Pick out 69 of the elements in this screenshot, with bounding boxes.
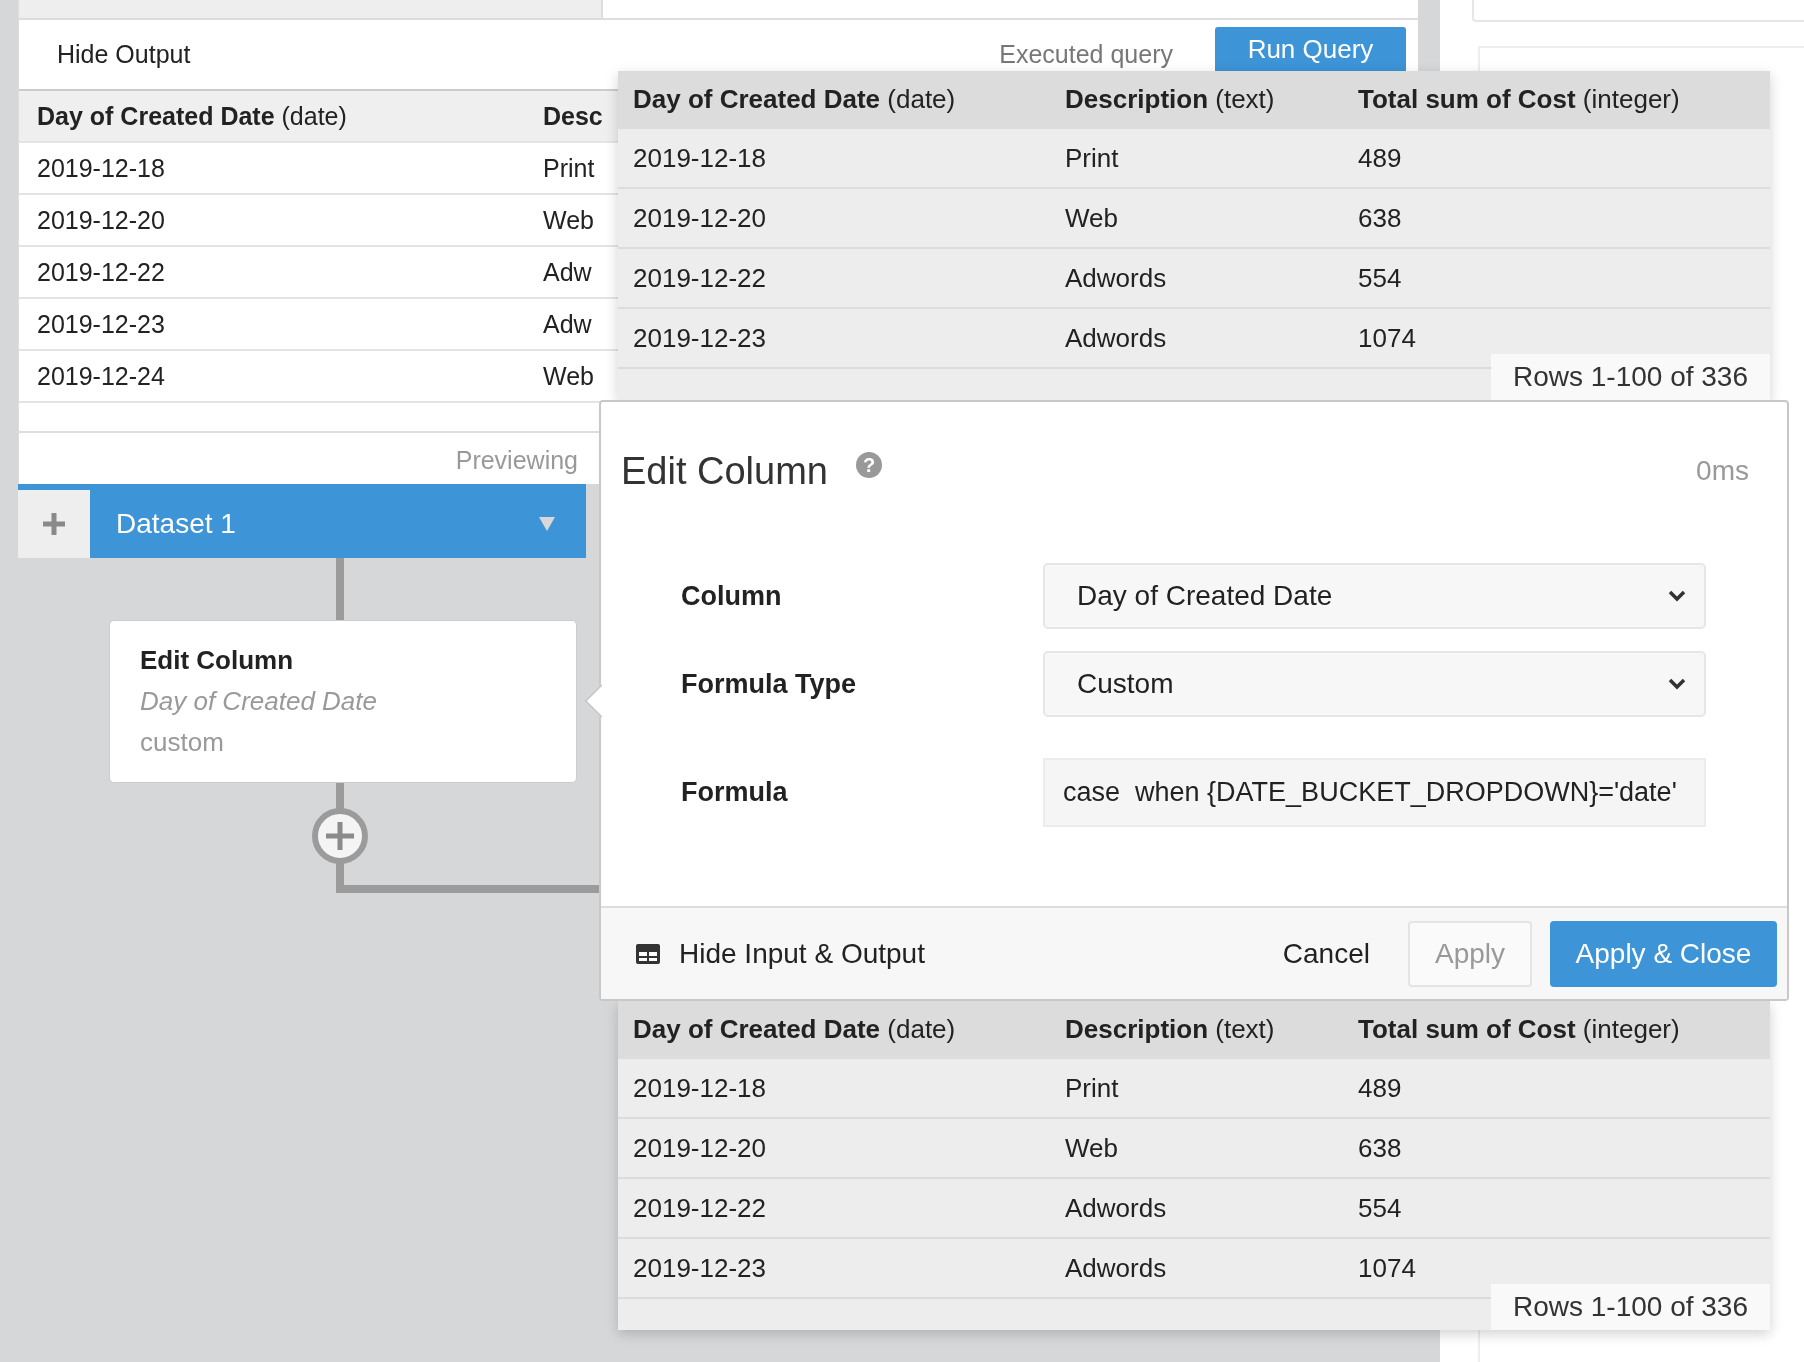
add-step-button[interactable] [312, 808, 368, 864]
status-text: Executed query [999, 40, 1173, 69]
field-label: Formula [681, 777, 789, 808]
table-icon [635, 942, 661, 965]
hide-output-link[interactable]: Hide Output [57, 40, 191, 69]
column-header: Description (text) [1064, 1013, 1276, 1045]
column-header: Total sum of Cost (integer) [1357, 83, 1681, 115]
column-header: Description (text) [1064, 83, 1276, 115]
row-count-label: Rows 1-100 of 336 [1491, 354, 1770, 400]
row-count-label: Rows 1-100 of 336 [1491, 1284, 1770, 1330]
table-cell-text: 489 [1357, 142, 1403, 174]
table-cell-text: 2019-12-24 [36, 361, 166, 391]
connector-line [336, 558, 344, 620]
table-cell-text: Web [1064, 1132, 1119, 1164]
table-cell-text: 2019-12-23 [632, 1252, 767, 1284]
column-header: Day of Created Date (date) [632, 83, 957, 115]
table-cell-text: 638 [1357, 1132, 1403, 1164]
caret-icon [538, 516, 556, 532]
preview-note: Previewing [455, 446, 578, 475]
step-card[interactable]: Edit Column Day of Created Date custom [109, 620, 577, 783]
table-cell-text: 2019-12-23 [36, 309, 166, 339]
cancel-button[interactable]: Cancel [1262, 920, 1390, 987]
hide-input-output-button[interactable]: Hide Input & Output [635, 937, 925, 970]
table-cell: Web [543, 205, 594, 235]
column-header: Day of Created Date (date) [632, 1013, 957, 1045]
table-cell: Adw [543, 257, 592, 287]
field-label: Formula Type [681, 668, 858, 700]
select-field[interactable]: Custom [1043, 651, 1706, 717]
step-title: Edit Column [140, 645, 295, 676]
table-cell-text: Adwords [1064, 1252, 1168, 1284]
chevron-down-icon [1668, 678, 1686, 690]
table-cell-text: Adwords [1064, 262, 1168, 294]
table-cell-text: 2019-12-20 [36, 205, 166, 235]
column-header: Desc [543, 101, 603, 131]
select-field[interactable]: Day of Created Date [1043, 563, 1706, 629]
table-cell-text: 2019-12-20 [632, 202, 767, 234]
step-column: Day of Created Date [140, 686, 546, 717]
plus-icon [41, 511, 67, 537]
formula-field[interactable]: case when {DATE_BUCKET_DROPDOWN}='date' [1043, 758, 1706, 827]
table-cell-text: 2019-12-18 [632, 142, 767, 174]
table-cell-text: 1074 [1357, 1252, 1417, 1284]
chevron-down-icon [1668, 590, 1686, 602]
table-cell-text: 554 [1357, 262, 1403, 294]
table-cell-text: Print [1064, 142, 1120, 174]
table-cell-text: Web [1064, 202, 1119, 234]
table-cell-text: Adwords [1064, 322, 1168, 354]
table-cell-text: 2019-12-18 [632, 1072, 767, 1104]
table-cell-text: 638 [1357, 202, 1403, 234]
table-cell-text: 2019-12-20 [632, 1132, 767, 1164]
timing-label: 0ms [1696, 455, 1749, 487]
table-cell-text: 2019-12-18 [36, 153, 166, 183]
table-cell-text: 554 [1357, 1192, 1403, 1224]
table-cell-text: 1074 [1357, 322, 1417, 354]
table-cell-text: 2019-12-22 [632, 262, 767, 294]
dialog-title: Edit Column [621, 449, 828, 493]
add-dataset-button[interactable] [18, 490, 90, 558]
table-cell-text: 489 [1357, 1072, 1403, 1104]
table-cell-text: Print [1064, 1072, 1120, 1104]
table-cell-text: 2019-12-22 [36, 257, 166, 287]
field-label: Column [681, 580, 783, 612]
table-cell-text: Adwords [1064, 1192, 1168, 1224]
table-cell: Print [543, 153, 595, 183]
table-cell: Web [543, 361, 594, 391]
column-header: Day of Created Date (date) [36, 101, 348, 131]
table-cell: Adw [543, 309, 592, 339]
table-cell-text: 2019-12-22 [632, 1192, 767, 1224]
table-cell-text: 2019-12-23 [632, 322, 767, 354]
column-header: Total sum of Cost (integer) [1357, 1013, 1681, 1045]
step-type: custom [140, 727, 225, 758]
